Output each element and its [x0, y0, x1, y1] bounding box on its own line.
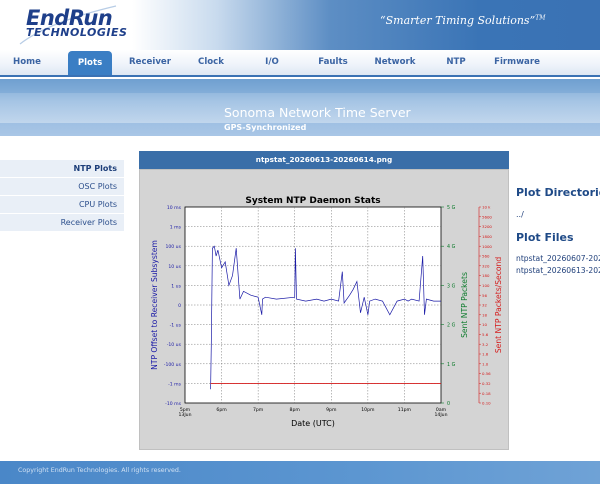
y-axis-label-right2: Sent NTP Packets/Second — [494, 257, 503, 353]
x-tick-label: 14Jun — [434, 412, 447, 418]
right2-tick-label: 0.32 — [482, 381, 491, 386]
left-tick-label: 100 us — [165, 244, 181, 250]
right2-tick-label: 320 — [482, 263, 490, 268]
right2-tick-label: 100 — [482, 283, 490, 288]
plot-image: System NTP Daemon Stats 10 ms 1 ms 100 us 1… — [139, 169, 509, 450]
sidebar: NTP Plots OSC Plots CPU Plots Receiver P… — [0, 160, 124, 232]
banner: Sonoma Network Time Server GPS-Synchroni… — [0, 79, 600, 136]
product-subtitle: GPS-Synchronized — [224, 123, 307, 132]
main-nav: Home Plots Receiver Clock I/O Faults Net… — [0, 50, 600, 77]
right-axis-packets-ticks: 5 G 4 G 3 G 2 G 1 G 0 — [441, 205, 456, 407]
right2-tick-label: 1000 — [482, 244, 492, 249]
right1-tick-label: 5 G — [447, 205, 456, 211]
left-tick-label: 10 us — [168, 264, 181, 270]
right2-tick-label: 56 — [482, 293, 487, 298]
right2-tick-label: 18 — [482, 312, 487, 317]
right2-tick-label: 3200 — [482, 224, 492, 229]
sidebar-item-cpu-plots[interactable]: CPU Plots — [0, 196, 124, 214]
right1-tick-label: 2 G — [447, 323, 456, 329]
nav-clock[interactable]: Clock — [186, 50, 236, 75]
parent-directory-link[interactable]: ../ — [516, 210, 524, 219]
x-tick-label: 8pm — [290, 407, 301, 413]
right2-tick-label: 1.0 — [482, 361, 489, 366]
nav-io[interactable]: I/O — [252, 50, 292, 75]
right2-tick-label: 5600 — [482, 214, 492, 219]
right2-tick-label: 3.2 — [482, 342, 489, 347]
right2-tick-label: 1.8 — [482, 352, 489, 357]
x-axis-label: Date (UTC) — [291, 419, 335, 428]
left-tick-label: -1 us — [170, 323, 182, 329]
tagline-trademark: TM — [535, 14, 546, 22]
x-tick-label: 10pm — [361, 407, 375, 413]
right2-tick-label: 10 — [482, 322, 487, 327]
plot-directories-heading: Plot Directories — [516, 186, 600, 199]
right2-tick-label: 0.56 — [482, 371, 491, 376]
x-tick-label: 7pm — [253, 407, 264, 413]
nav-faults[interactable]: Faults — [308, 50, 358, 75]
plot-file-link[interactable]: ntpstat_20260613-20260614.png — [516, 266, 600, 275]
x-tick-label: 11pm — [398, 407, 412, 413]
left-tick-label: 10 ms — [167, 205, 182, 211]
plot-area — [184, 206, 442, 404]
header: EndRun TECHNOLOGIES “Smarter Timing Solu… — [0, 0, 600, 50]
left-tick-label: -10 us — [167, 342, 182, 348]
page: EndRun TECHNOLOGIES “Smarter Timing Solu… — [0, 0, 600, 484]
left-tick-label: 1 us — [171, 283, 181, 289]
sidebar-item-osc-plots[interactable]: OSC Plots — [0, 178, 124, 196]
left-tick-label: -100 us — [164, 362, 182, 368]
right2-tick-label: 10 k — [482, 205, 491, 210]
right-axis-rate-ticks: 10 k 5600 3200 1800 1000 560 320 180 100 56 32 18 10… — [478, 205, 492, 406]
left-axis-ticks: 10 ms 1 ms 100 us 10 us 1 us 0 -1 us -10 us -100… — [164, 205, 182, 407]
product-title: Sonoma Network Time Server — [224, 105, 411, 120]
right2-tick-label: 5.6 — [482, 332, 489, 337]
x-tick-label: 13Jun — [178, 412, 191, 418]
left-tick-label: -10 ms — [165, 401, 181, 407]
x-tick-label: 9pm — [326, 407, 337, 413]
right1-tick-label: 3 G — [447, 283, 456, 289]
nav-ntp[interactable]: NTP — [436, 50, 476, 75]
sidebar-item-ntp-plots[interactable]: NTP Plots — [0, 160, 124, 178]
right1-tick-label: 4 G — [447, 244, 456, 250]
right2-tick-label: 560 — [482, 254, 490, 259]
nav-network[interactable]: Network — [368, 50, 422, 75]
right2-tick-label: 1800 — [482, 234, 492, 239]
tagline-text: “Smarter Timing Solutions” — [380, 14, 536, 27]
tagline: “Smarter Timing Solutions”TM — [380, 14, 545, 27]
plot-files-heading: Plot Files — [516, 231, 574, 244]
ntp-stats-chart: System NTP Daemon Stats 10 ms1 ms100 us1… — [150, 196, 503, 428]
copyright-text: Copyright EndRun Technologies. All right… — [18, 467, 181, 474]
sidebar-item-receiver-plots[interactable]: Receiver Plots — [0, 214, 124, 232]
logo-subtext: TECHNOLOGIES — [26, 26, 128, 39]
right2-tick-label: 0.10 — [482, 401, 491, 406]
right2-tick-label: 0.18 — [482, 391, 491, 396]
right2-tick-label: 32 — [482, 303, 487, 308]
y-axis-label-right1: Sent NTP Packets — [460, 272, 469, 338]
nav-receiver[interactable]: Receiver — [120, 50, 180, 75]
left-tick-label: 0 — [178, 303, 181, 309]
left-tick-label: -1 ms — [168, 381, 182, 387]
y-axis-label-left: NTP Offset to Receiver Subsystem — [150, 240, 159, 370]
x-tick-label: 6pm — [216, 407, 227, 413]
footer: Copyright EndRun Technologies. All right… — [0, 461, 600, 484]
nav-home[interactable]: Home — [0, 50, 54, 75]
nav-firmware[interactable]: Firmware — [490, 50, 544, 75]
plot-filename-header: ntpstat_20260613-20260614.png — [139, 151, 509, 169]
x-axis-ticks: 5pm13Jun6pm 7pm 8pm 9pm 10pm 11pm 0am14Jun — [178, 407, 447, 418]
plot-file-link[interactable]: ntpstat_20260607-20260608.png — [516, 254, 600, 263]
right1-tick-label: 1 G — [447, 362, 456, 368]
nav-plots[interactable]: Plots — [68, 51, 112, 75]
left-tick-label: 1 ms — [170, 225, 182, 231]
right2-tick-label: 180 — [482, 273, 490, 278]
right1-tick-label: 0 — [447, 401, 450, 407]
chart-title: System NTP Daemon Stats — [245, 196, 380, 206]
